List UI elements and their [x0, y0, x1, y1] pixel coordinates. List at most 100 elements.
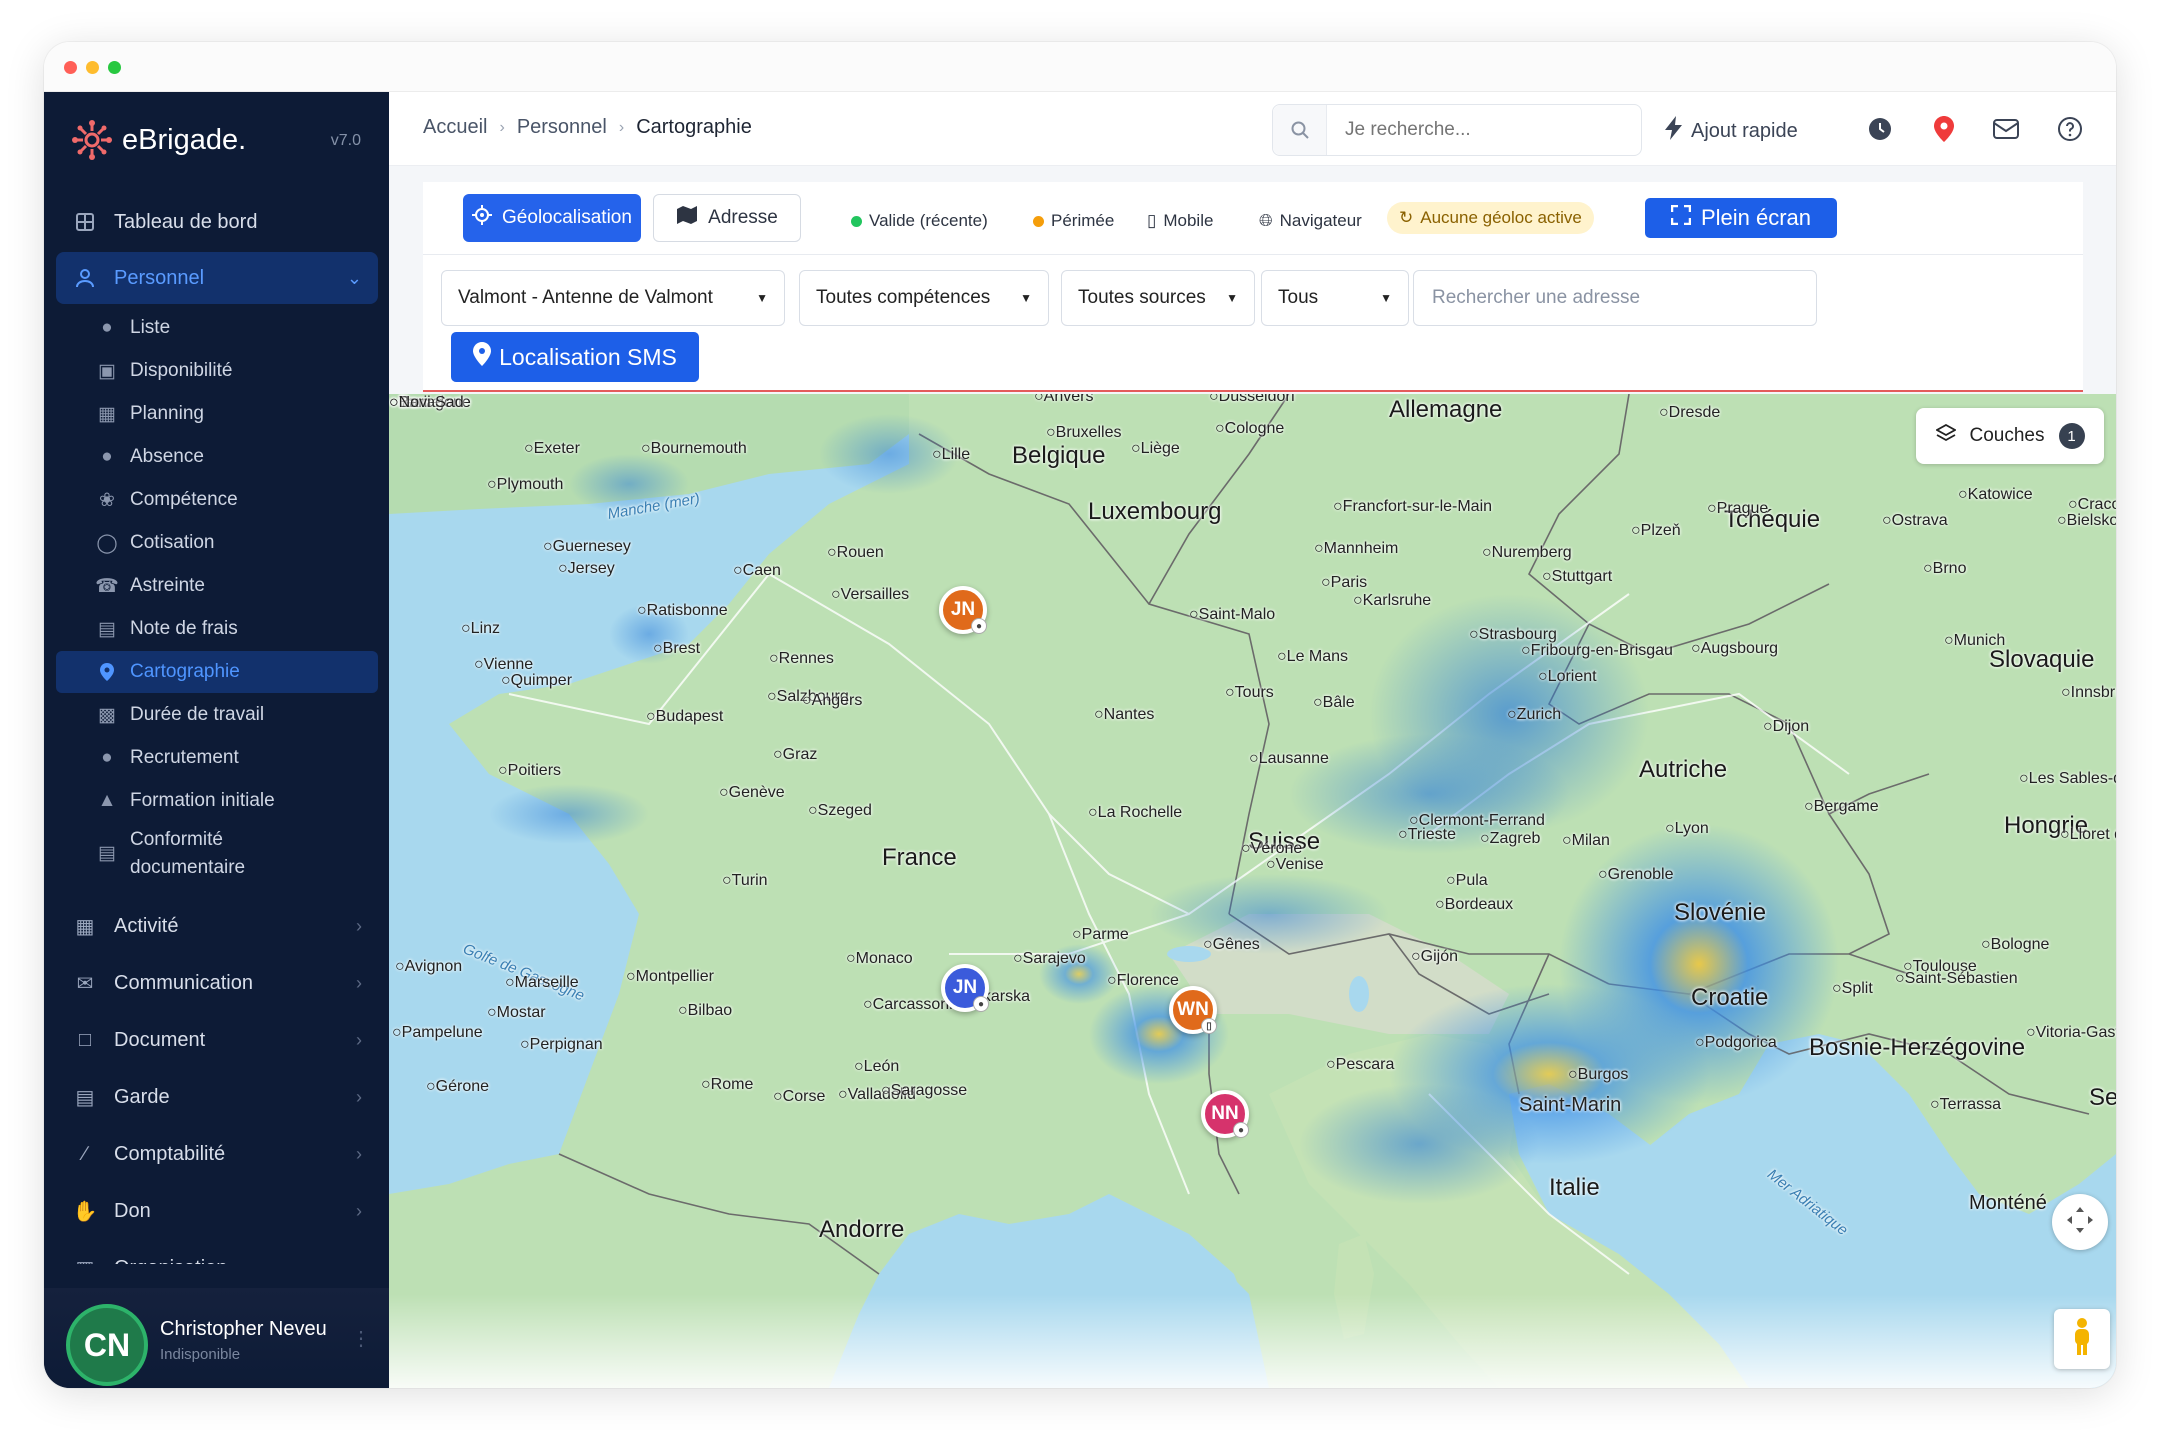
sidebar-item-comptabilite[interactable]: ∕ Comptabilité › [56, 1128, 378, 1180]
global-search[interactable] [1272, 104, 1642, 156]
map-label-country: Monténé [1969, 1192, 2047, 1214]
sidebar-subitem-competence[interactable]: ❀ Compétence [56, 479, 378, 521]
sidebar-subitem-conformite-documentaire[interactable]: ▤ Conformité documentaire [56, 824, 378, 884]
map-label-city: ○Cologne [1215, 420, 1285, 437]
sidebar-subitem-note-de-frais[interactable]: ▤ Note de frais [56, 608, 378, 650]
help-icon[interactable] [2055, 114, 2085, 144]
address-tab-button[interactable]: Adresse [653, 194, 801, 242]
person-marker[interactable]: NN ● [1201, 1090, 1249, 1138]
map-label-city: ○Ostrava [1882, 512, 1948, 529]
map-label-city: ○Pescara [1326, 1056, 1395, 1073]
orange-dot-icon [1033, 215, 1044, 227]
ebrigade-logo-icon [72, 120, 112, 160]
caret-down-icon: ▼ [1020, 291, 1032, 305]
sidebar-item-label: Personnel [114, 266, 205, 289]
sidebar-subitem-formation-initiale[interactable]: ▲ Formation initiale [56, 780, 378, 822]
skills-select[interactable]: Toutes compétences ▼ [799, 270, 1049, 326]
sources-select[interactable]: Toutes sources ▼ [1061, 270, 1255, 326]
recenter-control[interactable] [2052, 1194, 2108, 1250]
sidebar-subitem-absence[interactable]: ● Absence [56, 436, 378, 478]
legend-expired-label: Périmée [1051, 211, 1115, 230]
map-background [389, 394, 2116, 1388]
breadcrumb-accueil[interactable]: Accueil [423, 116, 487, 139]
sidebar-item-label: Garde [114, 1085, 170, 1108]
map-label-city: ○Saragosse [881, 1082, 968, 1099]
map-label-city: ○Düsseldorf [1209, 394, 1296, 405]
geolocation-tab-button[interactable]: Géolocalisation [463, 194, 641, 242]
sidebar-item-activite[interactable]: ▦ Activité › [56, 900, 378, 952]
bolt-icon [1665, 116, 1683, 146]
map-label-country: Luxembourg [1088, 498, 1222, 525]
sidebar-subitem-duree-de-travail[interactable]: ▩ Durée de travail [56, 694, 378, 736]
chevron-right-icon: › [499, 118, 505, 136]
sidebar-item-dashboard[interactable]: Tableau de bord [56, 196, 378, 248]
sidebar-item-communication[interactable]: ✉ Communication › [56, 957, 378, 1009]
maximize-window-button[interactable] [108, 61, 121, 74]
map-controls-panel: Géolocalisation Adresse Valide (récente)… [423, 182, 2083, 392]
fullscreen-button[interactable]: Plein écran [1645, 198, 1837, 238]
layers-button[interactable]: Couches 1 [1916, 408, 2104, 464]
map-label-city: ○Linz [461, 620, 501, 637]
sidebar-item-garde[interactable]: ▤ Garde › [56, 1071, 378, 1123]
sources-select-value: Toutes sources [1078, 287, 1206, 308]
sidebar-subitem-planning[interactable]: ▦ Planning [56, 393, 378, 435]
person-marker[interactable]: WN ▯ [1169, 986, 1217, 1034]
marker-initials: JN [950, 599, 976, 620]
sidebar-item-personnel[interactable]: Personnel ⌄ [56, 252, 378, 304]
map-label-city: ○Guernesey [543, 538, 631, 555]
chevron-right-icon: › [356, 973, 362, 993]
map-label-city: ○Fribourg-en-Brisgau [1521, 642, 1673, 659]
user-card[interactable]: CN Christopher Neveu Indisponible ⋮ [44, 1288, 389, 1388]
map-label-city: ○Burgos [1568, 1066, 1629, 1083]
graduation-cap-icon: ▲ [97, 790, 117, 811]
sidebar-subitem-cotisation[interactable]: ◯ Cotisation [56, 522, 378, 564]
quick-add-button[interactable]: Ajout rapide [1665, 116, 1798, 146]
person-marker[interactable]: JN ● [939, 586, 987, 634]
search-icon [1273, 105, 1327, 155]
legend-valid: Valide (récente) [851, 211, 988, 231]
app-logo[interactable]: eBrigade. [72, 112, 246, 168]
legend-mobile-label: Mobile [1163, 211, 1214, 230]
minimize-window-button[interactable] [86, 61, 99, 74]
search-input[interactable] [1327, 119, 1627, 141]
map-label-country: Bosnie-Herzégovine [1809, 1034, 2026, 1061]
section-select[interactable]: Valmont - Antenne de Valmont ▼ [441, 270, 785, 326]
sms-location-button[interactable]: Localisation SMS [451, 332, 699, 382]
map-label-city: ○Perpignan [520, 1036, 603, 1053]
map-label-city: ○Les Sables-d'Olonne [2019, 770, 2116, 787]
map-label-city: ○Quimper [501, 672, 573, 689]
fullscreen-label: Plein écran [1700, 205, 1812, 230]
caret-down-icon: ▼ [1380, 291, 1392, 305]
breadcrumb-personnel[interactable]: Personnel [517, 116, 607, 139]
app-window: eBrigade. v7.0 Tableau de bord Personnel… [44, 42, 2116, 1388]
section-select-value: Valmont - Antenne de Valmont [458, 287, 713, 308]
map-pin-icon [473, 342, 492, 372]
sidebar-subitem-astreinte[interactable]: ☎ Astreinte [56, 565, 378, 607]
sidebar-subitem-recrutement[interactable]: ● Recrutement [56, 737, 378, 779]
sidebar-item-organisation[interactable]: ▦ Organisation › [56, 1242, 378, 1265]
sidebar-subitem-disponibilite[interactable]: ▣ Disponibilité [56, 350, 378, 392]
mobile-icon: ▯ [1147, 211, 1157, 230]
chevron-right-icon: › [356, 1144, 362, 1164]
map-pin-icon[interactable] [1929, 114, 1959, 144]
mail-icon[interactable] [1991, 114, 2021, 144]
chevron-right-icon: › [618, 118, 625, 136]
type-select[interactable]: Tous ▼ [1261, 270, 1409, 326]
chart-line-icon: ∕ [83, 1142, 87, 1165]
person-marker[interactable]: JN ● [941, 964, 989, 1012]
street-view-pegman[interactable] [2054, 1309, 2110, 1369]
app-version: v7.0 [330, 132, 361, 149]
map-label-city: ○Poitiers [498, 762, 562, 779]
map-label-city: ○Terrassa [1930, 1096, 2002, 1113]
sidebar-item-document[interactable]: □ Document › [56, 1014, 378, 1066]
address-search-input[interactable]: Rechercher une adresse [1413, 270, 1817, 326]
map-label-city: ○Monaco [846, 950, 913, 967]
sidebar-item-don[interactable]: ✋ Don › [56, 1185, 378, 1237]
kebab-menu-icon[interactable]: ⋮ [351, 1326, 371, 1351]
sidebar-subitem-liste[interactable]: ● Liste [56, 307, 378, 349]
map-canvas[interactable]: Allemagne Belgique Luxembourg Tchéquie S… [389, 394, 2116, 1388]
clock-icon[interactable] [1865, 114, 1895, 144]
close-window-button[interactable] [64, 61, 77, 74]
caret-down-icon: ▼ [756, 291, 768, 305]
sidebar-subitem-cartographie[interactable]: Cartographie [56, 651, 378, 693]
